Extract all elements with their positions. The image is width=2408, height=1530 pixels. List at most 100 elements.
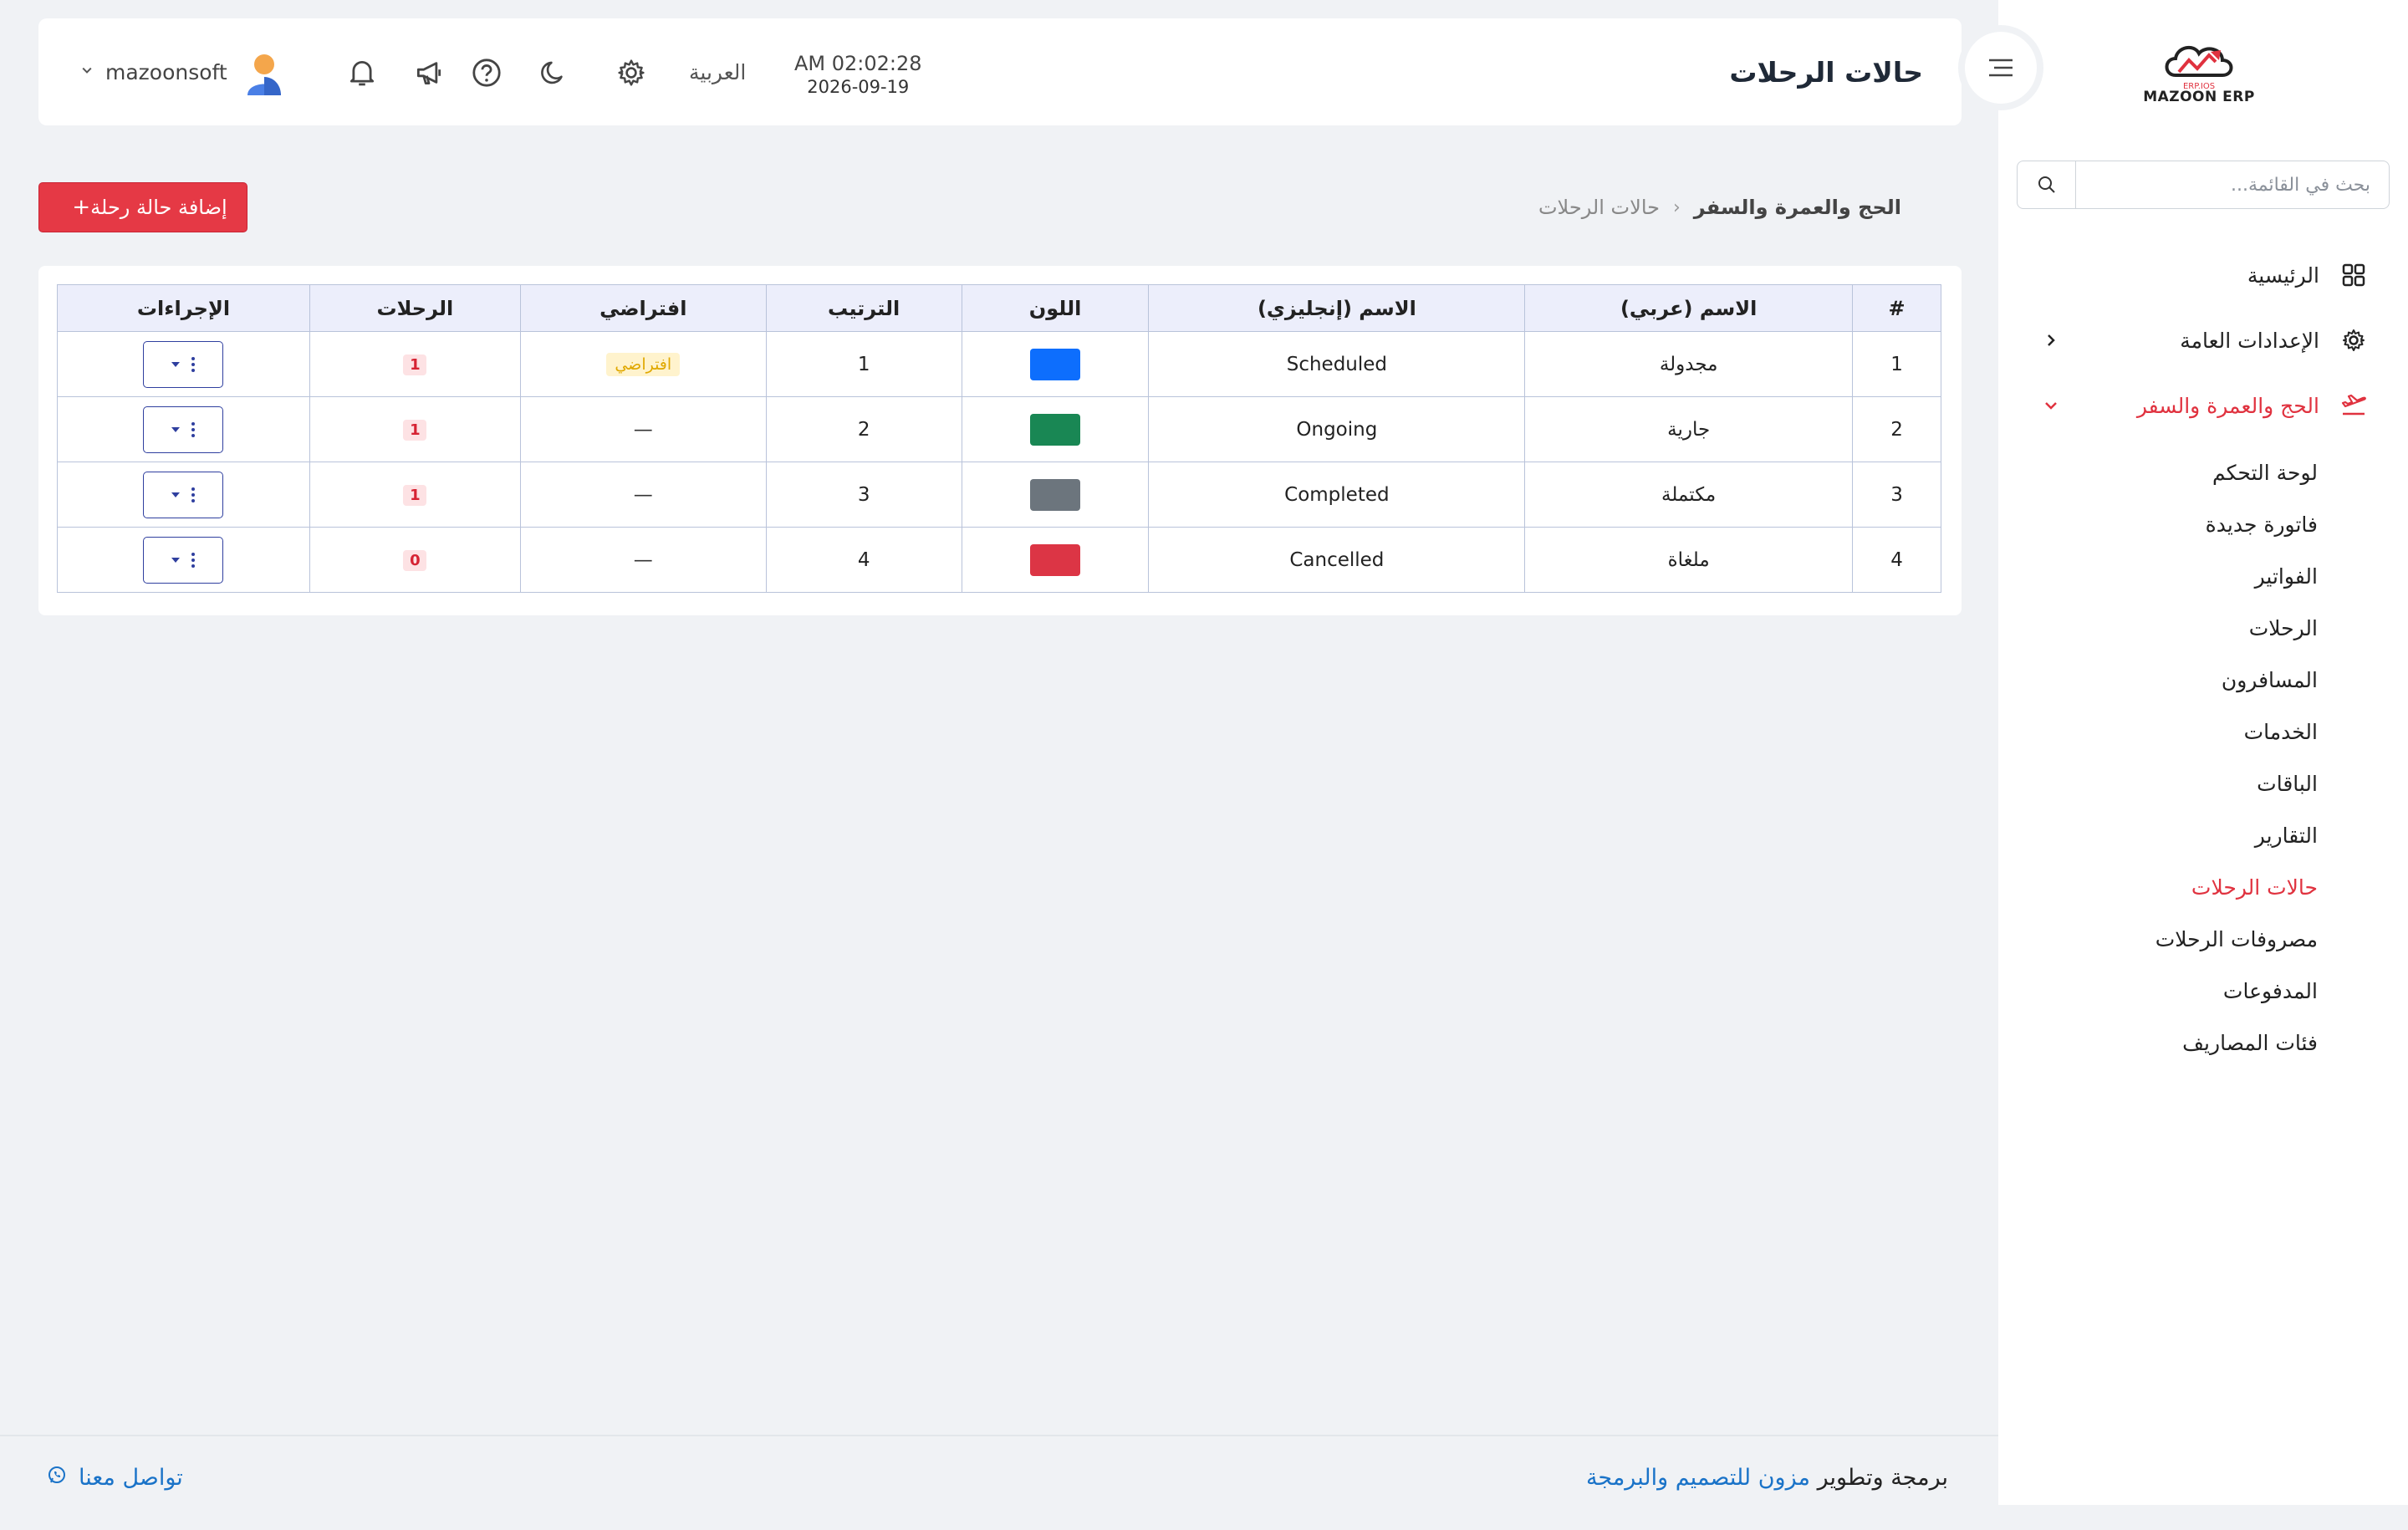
clock-time: AM 02:02:28 (794, 52, 922, 75)
cell-trips: 0 (309, 527, 521, 593)
cell-trips: 1 (309, 396, 521, 462)
cell-trips: 1 (309, 331, 521, 397)
clock: AM 02:02:28 2026-09-19 (794, 52, 922, 97)
contact-label: تواصل معنا (79, 1465, 183, 1491)
chevron-down-icon (2040, 395, 2062, 416)
sidebar-subitem-trip-expenses[interactable]: مصروفات الرحلات (1998, 913, 2408, 965)
cell-actions (57, 396, 310, 462)
cell-default: — (519, 527, 767, 593)
logo-icon: ERP.IOS (2165, 45, 2233, 91)
sidebar-subitem-invoices[interactable]: الفواتير (1998, 550, 2408, 602)
table-row: 1 مجدولة Scheduled 1 افتراضي 1 (57, 331, 1941, 397)
footer-credit-link[interactable]: مزون للتصميم والبرمجة (1586, 1465, 1810, 1491)
column-header-number: # (1852, 284, 1941, 332)
color-swatch (1030, 413, 1081, 446)
logo[interactable]: ERP.IOS MAZOON ERP (2140, 33, 2258, 117)
table-row: 3 مكتملة Completed 3 — 1 (57, 462, 1941, 528)
sidebar-item-home[interactable]: الرئيسية (1998, 242, 2408, 308)
color-swatch (1030, 348, 1081, 380)
sidebar-subitem-reports[interactable]: التقارير (1998, 809, 2408, 861)
sidebar-item-label: الإعدادات العامة (2180, 328, 2319, 353)
column-header-default: افتراضي (519, 284, 767, 332)
logo-text: MAZOON ERP (2143, 89, 2255, 105)
cell-number: 1 (1852, 331, 1941, 397)
caret-down-icon (171, 492, 181, 497)
chevron-left-icon (2040, 329, 2062, 351)
language-switch[interactable]: العربية (689, 18, 746, 125)
grid-icon (2339, 261, 2368, 289)
announcements-button[interactable] (411, 55, 446, 90)
menu-icon (1989, 59, 2013, 77)
help-button[interactable] (469, 55, 504, 90)
sidebar-subitem-services[interactable]: الخدمات (1998, 706, 2408, 757)
breadcrumb-parent[interactable]: الحج والعمرة والسفر (1694, 196, 1901, 219)
sidebar-subitem-new-invoice[interactable]: فاتورة جديدة (1998, 498, 2408, 550)
cell-color (961, 527, 1150, 593)
row-actions-button[interactable] (143, 340, 224, 388)
user-menu[interactable]: mazoonsoft (80, 18, 236, 125)
sidebar: ERP.IOS MAZOON ERP الرئيسية (1998, 0, 2408, 1505)
row-actions-button[interactable] (143, 405, 224, 453)
table-row: 4 ملغاة Cancelled 4 — 0 (57, 527, 1941, 593)
sidebar-subitem-payments[interactable]: المدفوعات (1998, 965, 2408, 1017)
plus-icon: + (72, 195, 91, 220)
sidebar-item-settings[interactable]: الإعدادات العامة (1998, 308, 2408, 373)
kebab-icon (191, 356, 196, 372)
settings-button[interactable] (614, 55, 649, 90)
breadcrumb-current: حالات الرحلات (1538, 196, 1660, 219)
trip-statuses-table: # الاسم (عربي) الاسم (إنجليزي) اللون الت… (57, 284, 1941, 593)
cell-name-en: Ongoing (1148, 396, 1526, 462)
gear-icon (2339, 326, 2368, 354)
color-swatch (1030, 543, 1081, 576)
search-icon (2038, 176, 2055, 193)
add-trip-status-button[interactable]: إضافة حالة رحلة + (38, 182, 247, 232)
breadcrumb-separator: ‹ (1672, 196, 1681, 218)
search-button[interactable] (2018, 161, 2076, 208)
megaphone-icon (416, 62, 441, 85)
color-swatch (1030, 478, 1081, 511)
footer-credit: برمجة وتطوير مزون للتصميم والبرمجة (1586, 1465, 1948, 1491)
sidebar-nav: الرئيسية الإعدادات العامة الحج والعمرة و… (1998, 242, 2408, 1068)
sidebar-toggle-button[interactable] (1965, 32, 2037, 104)
cell-order: 4 (765, 527, 962, 593)
sidebar-subitem-packages[interactable]: الباقات (1998, 757, 2408, 809)
cell-number: 3 (1852, 462, 1941, 528)
sidebar-subitem-dashboard[interactable]: لوحة التحكم (1998, 446, 2408, 498)
cell-actions (57, 331, 310, 397)
trips-count-badge: 1 (403, 420, 427, 441)
row-actions-button[interactable] (143, 536, 224, 584)
clock-date: 2026-09-19 (807, 77, 910, 97)
caret-down-icon (171, 361, 181, 367)
cell-default: — (519, 396, 767, 462)
trips-count-badge: 0 (403, 550, 427, 571)
dark-mode-toggle[interactable] (537, 55, 572, 90)
cell-color (961, 462, 1150, 528)
avatar[interactable] (244, 52, 284, 95)
row-actions-button[interactable] (143, 471, 224, 518)
contact-link[interactable]: تواصل معنا (47, 1465, 183, 1491)
default-dash: — (633, 548, 653, 571)
sidebar-search-input[interactable] (2076, 161, 2389, 208)
cell-name-ar: مجدولة (1524, 331, 1854, 397)
username: mazoonsoft (105, 59, 227, 84)
column-header-actions: الإجراءات (57, 284, 310, 332)
table-row: 2 جارية Ongoing 2 — 1 (57, 396, 1941, 462)
sidebar-submenu: لوحة التحكم فاتورة جديدة الفواتير الرحلا… (1998, 446, 2408, 1068)
sidebar-subitem-expense-categories[interactable]: فئات المصاريف (1998, 1017, 2408, 1068)
cell-name-ar: جارية (1524, 396, 1854, 462)
caret-down-icon (171, 426, 181, 432)
trips-count-badge: 1 (403, 485, 427, 506)
notifications-button[interactable] (344, 55, 380, 90)
sidebar-subitem-travelers[interactable]: المسافرون (1998, 654, 2408, 706)
sidebar-subitem-trip-statuses[interactable]: حالات الرحلات (1998, 861, 2408, 913)
sidebar-item-label: الرئيسية (2247, 263, 2319, 288)
bell-icon (349, 61, 375, 86)
column-header-name-en: الاسم (إنجليزي) (1148, 284, 1526, 332)
moon-icon (541, 61, 563, 84)
sidebar-item-hajj[interactable]: الحج والعمرة والسفر (1998, 373, 2408, 438)
footer-credit-prefix: برمجة وتطوير (1817, 1465, 1948, 1491)
trips-count-badge: 1 (403, 354, 427, 375)
sidebar-subitem-trips[interactable]: الرحلات (1998, 602, 2408, 654)
default-dash: — (633, 483, 653, 506)
cell-number: 4 (1852, 527, 1941, 593)
